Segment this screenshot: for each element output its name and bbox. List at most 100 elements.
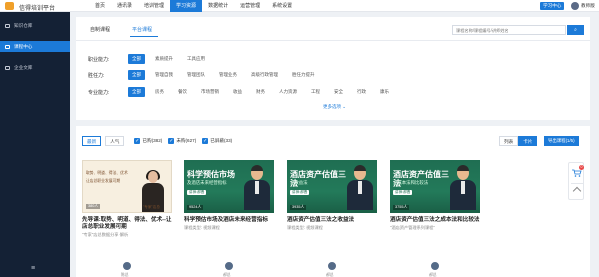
unpurchased-checkbox[interactable]: ✓ 未购(627) bbox=[168, 138, 196, 144]
course-card[interactable]: 酒店资产估值三法 之收益法 讲师:郝晋 3935人 酒店资产估值三法之收益法 课… bbox=[287, 160, 377, 277]
course-thumbnail[interactable]: 酒店资产估值三法 之成本法和比较法 讲师:郝晋 3755人 bbox=[390, 160, 480, 213]
sort-row: 最新 人气 ✓ 已购(382) ✓ 未购(627) ✓ 已屏蔽(33) bbox=[82, 136, 232, 146]
nav-contacts[interactable]: 通讯录 bbox=[111, 0, 138, 12]
nav-statistics[interactable]: 数据统计 bbox=[202, 0, 234, 12]
menu-icon[interactable]: ≡ bbox=[28, 265, 38, 273]
course-title[interactable]: 酒店资产估值三法之成本法和比较法 bbox=[390, 217, 480, 224]
arrow-up-icon[interactable] bbox=[572, 186, 582, 196]
filter-chip[interactable]: 行政 bbox=[353, 87, 370, 97]
sidebar: 知识仓库 课程中心 企业文库 ≡ bbox=[0, 12, 70, 277]
filter-chip[interactable]: 素质提升 bbox=[151, 54, 177, 64]
filter-row-career: 职业能力: 全部 素质提升 工具应用 bbox=[88, 54, 215, 64]
filter-chip[interactable]: 全部 bbox=[128, 87, 145, 97]
divider bbox=[571, 183, 583, 184]
course-title[interactable]: 酒店资产估值三法之收益法 bbox=[287, 217, 377, 224]
tab-platform[interactable]: 平台课程 bbox=[132, 26, 152, 33]
export-courses-button[interactable]: 导出课程(1/5) bbox=[544, 136, 579, 146]
list-view-button[interactable]: 列表 bbox=[499, 136, 519, 146]
filter-chip[interactable]: 高级行政管理 bbox=[247, 70, 282, 80]
purchased-checkbox[interactable]: ✓ 已购(382) bbox=[134, 138, 162, 144]
thumb-headline: 酒店资产估值三法 bbox=[290, 170, 346, 188]
blocked-checkbox[interactable]: ✓ 已屏蔽(33) bbox=[202, 138, 232, 144]
filter-chip[interactable]: 收益 bbox=[229, 87, 246, 97]
filter-chip[interactable]: 工具应用 bbox=[183, 54, 209, 64]
sidebar-item-knowledge[interactable]: 知识仓库 bbox=[0, 20, 70, 31]
section-divider bbox=[76, 120, 590, 126]
search-input[interactable] bbox=[452, 25, 566, 35]
course-card[interactable]: 取势、明道、得法、优术 让店总职业发展可期 "专家"店总 380人 先导课:取势… bbox=[82, 160, 172, 277]
nav-home[interactable]: 首页 bbox=[89, 0, 111, 12]
course-title[interactable]: 科学预估市场及酒店未来经营指标 bbox=[184, 217, 274, 224]
search-icon: ⌕ bbox=[574, 27, 577, 33]
thumb-text: 让店总职业发展可期 bbox=[86, 179, 121, 183]
filter-chip[interactable]: 全部 bbox=[128, 54, 145, 64]
filter-chip[interactable]: 胜任力提升 bbox=[288, 70, 319, 80]
checkbox-label: 未购(627) bbox=[176, 138, 197, 143]
filter-chip[interactable]: 管理自我 bbox=[151, 70, 177, 80]
filter-chip[interactable]: 餐饮 bbox=[174, 87, 191, 97]
course-title[interactable]: 先导课:取势、明道、得法、优术--让店总职业发展可期 bbox=[82, 217, 172, 231]
thumb-tag: 讲师:郝晋 bbox=[187, 190, 207, 195]
tab-self-made[interactable]: 自制课程 bbox=[90, 26, 110, 33]
user-name[interactable]: 教师版 bbox=[581, 3, 595, 9]
author-avatar bbox=[327, 261, 337, 271]
learning-center-button[interactable]: 学习中心 bbox=[540, 2, 565, 10]
nav-learning-resources[interactable]: 学习资源 bbox=[170, 0, 203, 12]
sidebar-item-courses[interactable]: 课程中心 bbox=[0, 41, 70, 52]
filter-chip[interactable]: 管理团队 bbox=[183, 70, 209, 80]
course-card[interactable]: 酒店资产估值三法 之成本法和比较法 讲师:郝晋 3755人 酒店资产估值三法之成… bbox=[390, 160, 480, 277]
filter-chip[interactable]: 人力资源 bbox=[275, 87, 301, 97]
filter-chip[interactable]: 房务 bbox=[151, 87, 168, 97]
view-count: 9524人 bbox=[187, 205, 204, 210]
course-thumbnail[interactable]: 酒店资产估值三法 之收益法 讲师:郝晋 3935人 bbox=[287, 160, 377, 213]
filter-chip[interactable]: 市场营销 bbox=[197, 87, 223, 97]
thumb-tag: 讲师:郝晋 bbox=[393, 190, 413, 195]
view-count: 3755人 bbox=[393, 205, 410, 210]
sidebar-item-label: 知识仓库 bbox=[14, 23, 33, 28]
course-card[interactable]: 科学预估市场 及酒店未来经营指标 讲师:郝晋 9524人 科学预估市场及酒店未来… bbox=[184, 160, 274, 277]
check-icon: ✓ bbox=[168, 138, 175, 144]
author-avatar bbox=[122, 261, 132, 271]
card-view-button[interactable]: 卡片 bbox=[518, 136, 538, 146]
floating-toolbar: 0 bbox=[568, 162, 584, 200]
cart-icon[interactable] bbox=[572, 169, 582, 177]
sidebar-item-library[interactable]: 企业文库 bbox=[0, 62, 70, 73]
filter-label: 专业能力: bbox=[88, 89, 110, 96]
main-panel: 自制课程 平台课程 ⌕ 职业能力: 全部 素质提升 工具应用 胜任力: 全部 管… bbox=[76, 17, 590, 277]
document-icon bbox=[5, 65, 10, 70]
course-thumbnail[interactable]: 科学预估市场 及酒店未来经营指标 讲师:郝晋 9524人 bbox=[184, 160, 274, 213]
logo-icon bbox=[5, 2, 14, 10]
lecturer-photo bbox=[450, 164, 476, 210]
top-nav: 首页 通讯录 培训管理 学习资源 数据统计 运营管理 系统设置 bbox=[89, 0, 298, 12]
filter-chip[interactable]: 康乐 bbox=[376, 87, 393, 97]
filter-chip[interactable]: 安全 bbox=[330, 87, 347, 97]
author-name: 郝总 bbox=[326, 273, 334, 277]
author-avatar bbox=[224, 261, 234, 271]
thumb-headline: 科学预估市场 bbox=[187, 170, 235, 179]
search-button[interactable]: ⌕ bbox=[567, 25, 584, 35]
filter-chip[interactable]: 全部 bbox=[128, 70, 145, 80]
sort-popular-button[interactable]: 人气 bbox=[105, 136, 125, 146]
nav-training[interactable]: 培训管理 bbox=[138, 0, 170, 12]
course-thumbnail[interactable]: 取势、明道、得法、优术 让店总职业发展可期 "专家"店总 380人 bbox=[82, 160, 172, 213]
nav-settings[interactable]: 系统设置 bbox=[266, 0, 298, 12]
filter-chip[interactable]: 工程 bbox=[307, 87, 324, 97]
checkbox-label: 已屏蔽(33) bbox=[210, 138, 233, 143]
course-meta: "专家"店总数据分享·解析 bbox=[82, 232, 129, 237]
lecturer-photo bbox=[347, 164, 373, 210]
more-options-link[interactable]: 更多选项 ⌄ bbox=[323, 104, 346, 110]
view-count: 380人 bbox=[86, 204, 101, 209]
user-avatar[interactable] bbox=[571, 2, 579, 10]
divider bbox=[76, 40, 590, 41]
nav-operations[interactable]: 运营管理 bbox=[234, 0, 266, 12]
thumb-badge: "专家"店总 bbox=[143, 205, 160, 209]
sort-newest-button[interactable]: 最新 bbox=[82, 136, 102, 146]
view-toggle: 列表 卡片 bbox=[499, 136, 538, 146]
sidebar-item-label: 企业文库 bbox=[14, 65, 33, 70]
checkbox-label: 已购(382) bbox=[142, 138, 163, 143]
thumb-subhead: 之收益法 bbox=[290, 180, 308, 185]
thumb-headline: 酒店资产估值三法 bbox=[393, 170, 449, 188]
filter-chip[interactable]: 财务 bbox=[252, 87, 269, 97]
filter-chip[interactable]: 管理业务 bbox=[215, 70, 241, 80]
author-name: 郝总 bbox=[429, 273, 437, 277]
